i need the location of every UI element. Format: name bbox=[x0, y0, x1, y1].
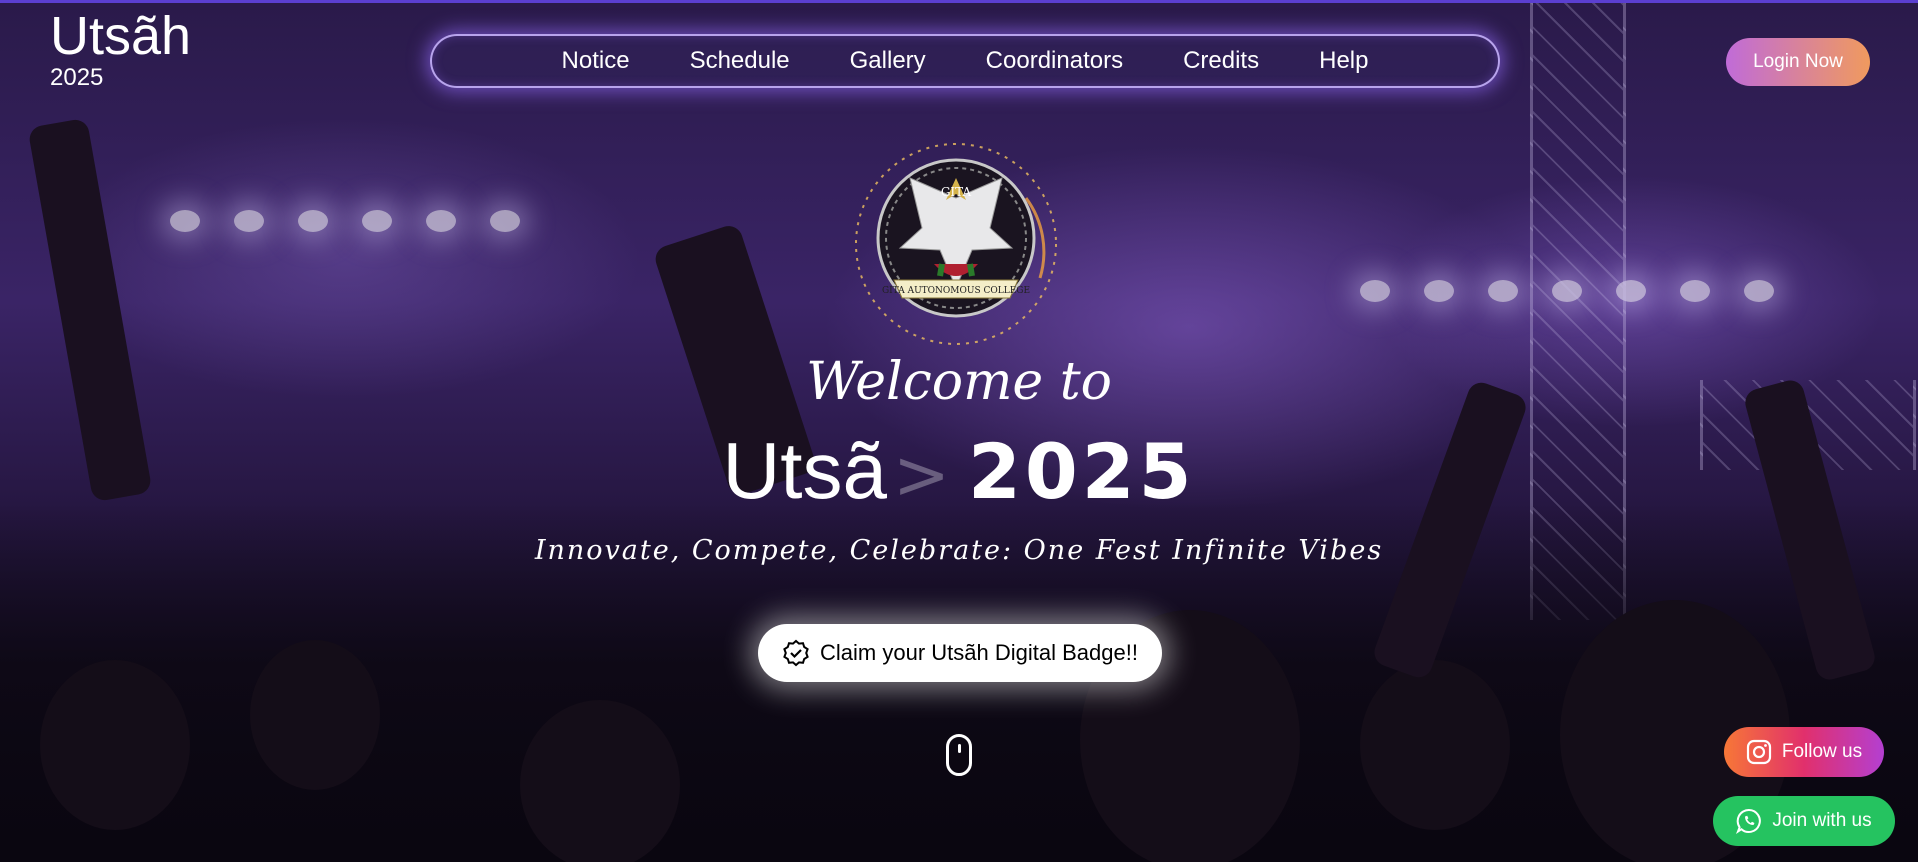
nav-credits[interactable]: Credits bbox=[1183, 47, 1259, 75]
logo-name: Utsãh bbox=[50, 6, 192, 66]
nav-help[interactable]: Help bbox=[1319, 47, 1368, 75]
logo-year: 2025 bbox=[50, 64, 104, 91]
nav-gallery[interactable]: Gallery bbox=[850, 47, 926, 75]
top-accent-line bbox=[0, 0, 1918, 3]
mouse-scroll-icon[interactable] bbox=[946, 734, 972, 776]
login-button[interactable]: Login Now bbox=[1726, 38, 1870, 86]
hero-typing-caret: > bbox=[892, 436, 950, 515]
hero-title-year: 2025 bbox=[967, 427, 1196, 516]
hero-title: Utsã> 2025 bbox=[0, 425, 1918, 517]
whatsapp-join-button[interactable]: Join with us bbox=[1713, 796, 1895, 846]
claim-badge-button[interactable]: Claim your Utsãh Digital Badge!! bbox=[758, 624, 1162, 682]
nav-schedule[interactable]: Schedule bbox=[690, 47, 790, 75]
welcome-heading: Welcome to bbox=[806, 352, 1112, 412]
hero-title-word: Utsã bbox=[722, 426, 887, 515]
main-navigation: Notice Schedule Gallery Coordinators Cre… bbox=[430, 34, 1500, 88]
whatsapp-icon bbox=[1736, 808, 1762, 834]
svg-text:GITA AUTONOMOUS COLLEGE: GITA AUTONOMOUS COLLEGE bbox=[882, 286, 1030, 296]
instagram-follow-button[interactable]: Follow us bbox=[1724, 727, 1884, 777]
check-circle-icon bbox=[783, 639, 809, 667]
follow-label: Follow us bbox=[1781, 741, 1863, 762]
claim-badge-label: Claim your Utsãh Digital Badge!! bbox=[820, 640, 1138, 665]
site-logo[interactable]: Utsãh 2025 bbox=[50, 6, 191, 90]
college-emblem-icon: GITA GITA AUTONOMOUS COLLEGE bbox=[850, 138, 1062, 350]
nav-notice[interactable]: Notice bbox=[562, 47, 630, 75]
hero-tagline: Innovate, Compete, Celebrate: One Fest I… bbox=[534, 535, 1384, 566]
instagram-icon bbox=[1746, 739, 1771, 765]
join-label: Join with us bbox=[1772, 810, 1872, 831]
nav-coordinators[interactable]: Coordinators bbox=[986, 47, 1123, 75]
svg-text:GITA: GITA bbox=[941, 185, 972, 199]
stage-lights-left bbox=[170, 210, 520, 232]
